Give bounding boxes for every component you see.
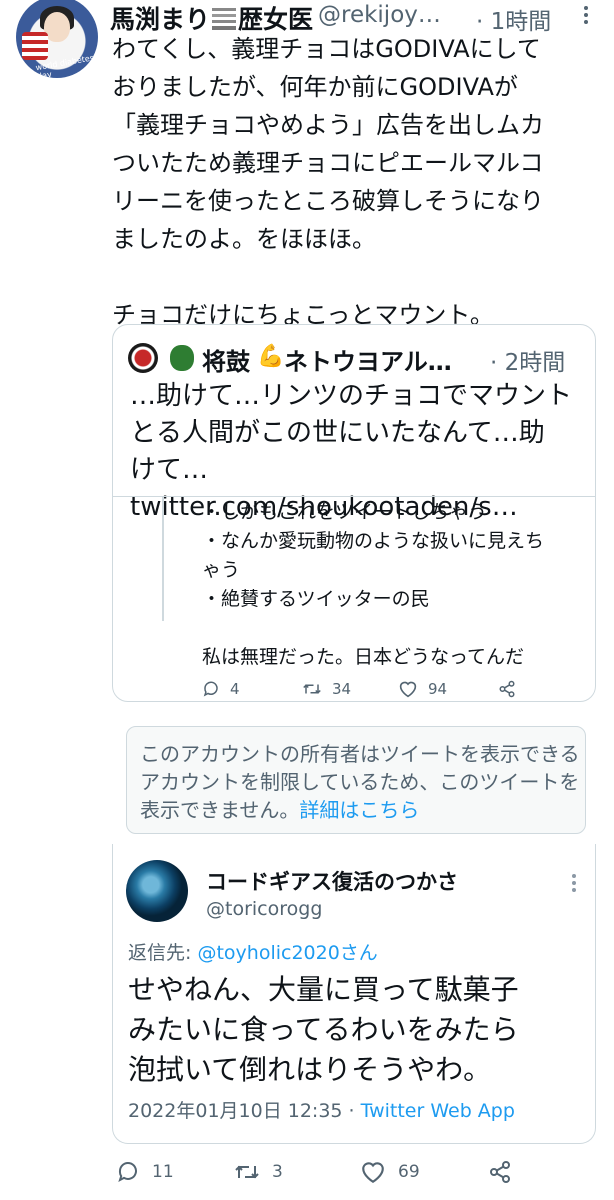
reply-author-handle[interactable]: @toricorogg [206, 898, 322, 920]
like-count: 69 [398, 1162, 420, 1182]
action-bar: 11 3 69 [112, 1160, 592, 1188]
author-avatar[interactable]: world diabetes day [16, 0, 98, 78]
reply-author-avatar[interactable] [126, 860, 188, 922]
reply-count: 4 [230, 680, 240, 698]
quoted-author-name: 将鼓 [202, 348, 250, 376]
like-button[interactable]: 69 [360, 1160, 420, 1184]
more-icon[interactable] [572, 874, 578, 894]
quoted-author-avatar [128, 343, 158, 373]
more-icon[interactable] [584, 6, 590, 26]
tweet-text: わてくし、義理チョコはGODIVAにして おりましたが、何年か前にGODIVAが… [112, 35, 544, 329]
retweet-button[interactable]: 3 [234, 1160, 283, 1184]
like-icon [360, 1160, 386, 1184]
shrine-emoji-icon [212, 8, 237, 30]
learn-more-link[interactable]: 詳細はこちら [299, 798, 419, 822]
quoted-tweet-time: · 2時間 [490, 350, 566, 376]
like-count: 94 [428, 680, 448, 698]
reply-tweet-text: せやねん、大量に買って駄菓子 みたいに食ってるわいをみたら 泡拭いて倒れはりそう… [128, 973, 519, 1086]
quoted-reply-button[interactable]: 4 [202, 680, 240, 698]
retweet-count: 34 [332, 680, 352, 698]
reply-author-name[interactable]: コードギアス復活のつかさ [206, 866, 458, 896]
retweet-count: 3 [272, 1162, 283, 1182]
reply-timestamp[interactable]: 2022年01月10日 12:35 · [128, 1100, 361, 1122]
reply-icon [116, 1160, 140, 1184]
share-icon [488, 1160, 512, 1184]
restricted-notice-text: このアカウントの所有者はツイートを表示できるアカウントを制限しているため、このツ… [140, 742, 580, 822]
reply-icon [202, 680, 220, 698]
quoted-share-button[interactable] [498, 680, 516, 698]
author-handle[interactable]: @rekijoy… [318, 2, 441, 28]
reply-client[interactable]: Twitter Web App [361, 1100, 515, 1122]
reply-tweet-meta: 2022年01月10日 12:35 · Twitter Web App [128, 1096, 515, 1123]
quoted-inner-text: ・しかもこれをツイートしちゃう ・なんか愛玩動物のような扱いに見えち ゃう ・絶… [202, 501, 545, 668]
share-button[interactable] [488, 1160, 512, 1184]
retweet-icon [302, 680, 322, 698]
like-icon [398, 680, 418, 698]
reply-count: 11 [152, 1162, 174, 1182]
reply-to-mention[interactable]: @toyholic2020さん [197, 942, 377, 964]
muscle-emoji-icon: 💪 [257, 344, 285, 369]
quoted-author-name-rest: ネトウヨアル… [284, 348, 452, 376]
quoted-like-button[interactable]: 94 [398, 680, 447, 698]
quoted-action-bar: 4 34 94 [202, 680, 532, 702]
share-icon [498, 680, 516, 698]
retweet-icon [234, 1160, 260, 1184]
reply-to-line: 返信先: @toyholic2020さん [128, 942, 378, 964]
divider [113, 496, 595, 497]
thread-line [162, 497, 164, 621]
reply-button[interactable]: 11 [116, 1160, 174, 1184]
quoted-retweet-button[interactable]: 34 [302, 680, 351, 698]
beetle-emoji-icon [170, 345, 194, 371]
